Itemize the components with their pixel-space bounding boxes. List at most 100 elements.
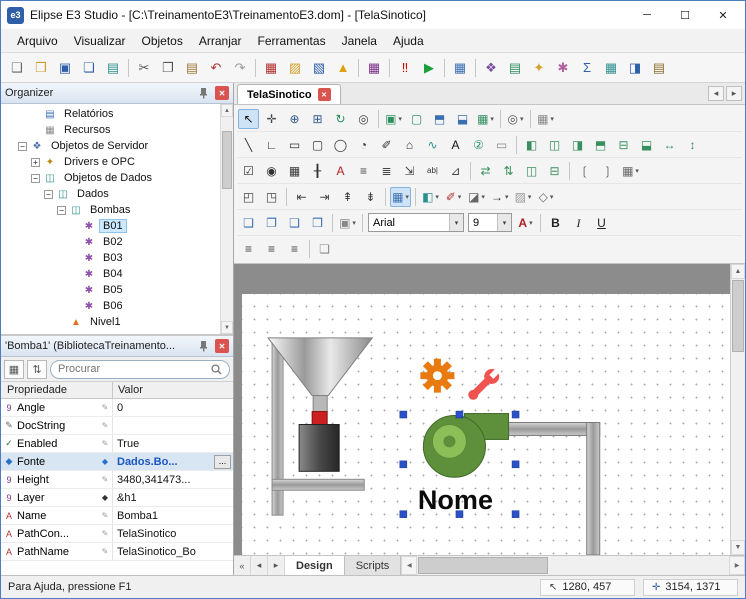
pipe-shape[interactable] — [505, 423, 600, 555]
scroll-up-icon[interactable]: ▲ — [221, 104, 233, 117]
bring-forward-icon[interactable]: ❑ — [284, 213, 305, 233]
categorized-view-button[interactable]: ▦ — [4, 360, 24, 379]
center-horizontal-icon[interactable]: ◫ — [521, 161, 542, 181]
space-across-icon[interactable]: ⇄ — [475, 161, 496, 181]
tab-scroll-left-icon[interactable]: ◂ — [708, 86, 724, 101]
grid-toggle-icon[interactable]: ▦▾ — [390, 187, 411, 207]
undo-icon[interactable]: ↶ — [205, 57, 227, 78]
copy-icon[interactable]: ❐ — [157, 57, 179, 78]
italic-icon[interactable]: I — [568, 213, 589, 233]
nudge-up-icon[interactable]: ⇞ — [337, 187, 358, 207]
tree-item-b04[interactable]: ✱B04 — [1, 266, 220, 282]
bold-icon[interactable]: B — [545, 213, 566, 233]
run-application-icon[interactable]: ▶ — [418, 57, 440, 78]
underline-icon[interactable]: U — [591, 213, 612, 233]
angle-control-icon[interactable]: ⊿ — [445, 161, 466, 181]
align-bottom-icon[interactable]: ⬓ — [636, 135, 657, 155]
canvas-area[interactable]: Nome — [234, 264, 745, 555]
snap-left-icon[interactable]: ◰ — [238, 187, 259, 207]
refresh-icon[interactable]: ↻ — [330, 109, 351, 129]
space-down-icon[interactable]: ⇅ — [498, 161, 519, 181]
scroll-down-icon[interactable]: ▼ — [221, 321, 233, 334]
property-row-enabled[interactable]: ✓Enabled✎True — [1, 435, 233, 453]
align-text-center-icon[interactable]: ≡ — [261, 239, 282, 259]
align-top-icon[interactable]: ⬒ — [590, 135, 611, 155]
close-button[interactable]: ✕ — [707, 4, 739, 26]
collapse-icon[interactable]: − — [44, 190, 53, 199]
alarms-icon[interactable]: ▲ — [332, 57, 354, 78]
menu-ferramentas[interactable]: Ferramentas — [250, 31, 334, 51]
organizer-scrollbar[interactable]: ▲ ▼ — [220, 104, 233, 334]
pen-tool-icon[interactable]: ✐ — [376, 135, 397, 155]
align-text-right-icon[interactable]: ≡ — [284, 239, 305, 259]
maximize-button[interactable]: ☐ — [669, 4, 701, 26]
sheet-nav-icon-3[interactable]: ▸ — [268, 556, 285, 575]
same-width-icon[interactable]: ↔ — [659, 135, 680, 155]
redo-icon[interactable]: ↷ — [229, 57, 251, 78]
style-icon[interactable]: ▣▾ — [337, 213, 358, 233]
tree-item-bombas[interactable]: −◫Bombas — [1, 202, 220, 218]
scrollbar-track[interactable] — [549, 556, 729, 575]
text-tool-icon[interactable]: A — [445, 135, 466, 155]
collapse-icon[interactable]: − — [31, 174, 40, 183]
scroll-left-icon[interactable]: ◀ — [401, 556, 417, 575]
gear-icon[interactable] — [420, 359, 454, 393]
formulas-icon[interactable]: Σ — [576, 57, 598, 78]
scrollbar-thumb[interactable] — [732, 280, 744, 352]
cut-icon[interactable]: ✂ — [133, 57, 155, 78]
gallery-icon[interactable]: ▨ — [284, 57, 306, 78]
tab-scripts[interactable]: Scripts — [345, 556, 402, 575]
tree-item-dados[interactable]: −◫Dados — [1, 186, 220, 202]
expand-icon[interactable]: + — [31, 158, 40, 167]
send-back-icon[interactable]: ⬓ — [452, 109, 473, 129]
align-text-left-icon[interactable]: ≡ — [238, 239, 259, 259]
button-tool-icon[interactable]: ▭ — [491, 135, 512, 155]
properties-toggle-icon[interactable]: ▧ — [308, 57, 330, 78]
scrollbar-thumb[interactable] — [222, 131, 232, 189]
reports-icon[interactable]: ▦ — [600, 57, 622, 78]
snap-right-icon[interactable]: ◳ — [261, 187, 282, 207]
grid-control-icon[interactable]: ▦ — [284, 161, 305, 181]
scroll-right-icon[interactable]: ▶ — [729, 556, 745, 575]
nudge-left-icon[interactable]: ⇤ — [291, 187, 312, 207]
tree-item-b05[interactable]: ✱B05 — [1, 282, 220, 298]
tab-scroll-right-icon[interactable]: ▸ — [726, 86, 742, 101]
menu-ajuda[interactable]: Ajuda — [385, 31, 432, 51]
column-propriedade[interactable]: Propriedade — [1, 382, 113, 398]
align-center-icon[interactable]: ◫ — [544, 135, 565, 155]
checkbox-tool-icon[interactable]: ☑ — [238, 161, 259, 181]
canvas-hscrollbar[interactable]: ◀ ▶ — [401, 556, 745, 575]
zoom-select-icon[interactable]: ◎ — [353, 109, 374, 129]
chevron-down-icon[interactable]: ▾ — [497, 214, 511, 231]
objects-icon[interactable]: ▦ — [449, 57, 471, 78]
scale-control-icon[interactable]: ⇲ — [399, 161, 420, 181]
property-row-height[interactable]: 9Height✎3480,341473... — [1, 471, 233, 489]
property-row-angle[interactable]: 9Angle✎0 — [1, 399, 233, 417]
funnel-shape[interactable] — [268, 338, 372, 471]
chevron-down-icon[interactable]: ▾ — [449, 214, 463, 231]
nudge-down-icon[interactable]: ⇟ — [360, 187, 381, 207]
pin-icon[interactable] — [196, 86, 211, 101]
layout-icon[interactable]: ◨ — [624, 57, 646, 78]
send-to-back-icon[interactable]: ❐ — [261, 213, 282, 233]
scrollbar-thumb[interactable] — [418, 557, 548, 574]
collapse-icon[interactable]: − — [57, 206, 66, 215]
library-icon[interactable]: ▤ — [504, 57, 526, 78]
tab-telasinotico[interactable]: TelaSinotico ✕ — [237, 84, 341, 104]
verify-domain-icon[interactable]: ‼ — [394, 57, 416, 78]
menu-visualizar[interactable]: Visualizar — [66, 31, 134, 51]
minimize-button[interactable]: ─ — [631, 4, 663, 26]
tab-close-icon[interactable]: ✕ — [318, 88, 331, 101]
align-middle-icon[interactable]: ⊟ — [613, 135, 634, 155]
select-tool-icon[interactable]: ↖ — [238, 109, 259, 129]
tree-item-b02[interactable]: ✱B02 — [1, 234, 220, 250]
new-icon[interactable]: ❑ — [6, 57, 28, 78]
pump-shape[interactable]: Nome — [418, 414, 509, 516]
tree-item-nivel1[interactable]: ▲Nivel1 — [1, 314, 220, 330]
help-icon[interactable]: ▤ — [648, 57, 670, 78]
nudge-right-icon[interactable]: ⇥ — [314, 187, 335, 207]
view-options-icon[interactable]: ▦▾ — [535, 109, 556, 129]
open-icon[interactable]: ❒ — [30, 57, 52, 78]
collapse-icon[interactable]: − — [18, 142, 27, 151]
group-frame-icon[interactable]: ❲ — [574, 161, 595, 181]
